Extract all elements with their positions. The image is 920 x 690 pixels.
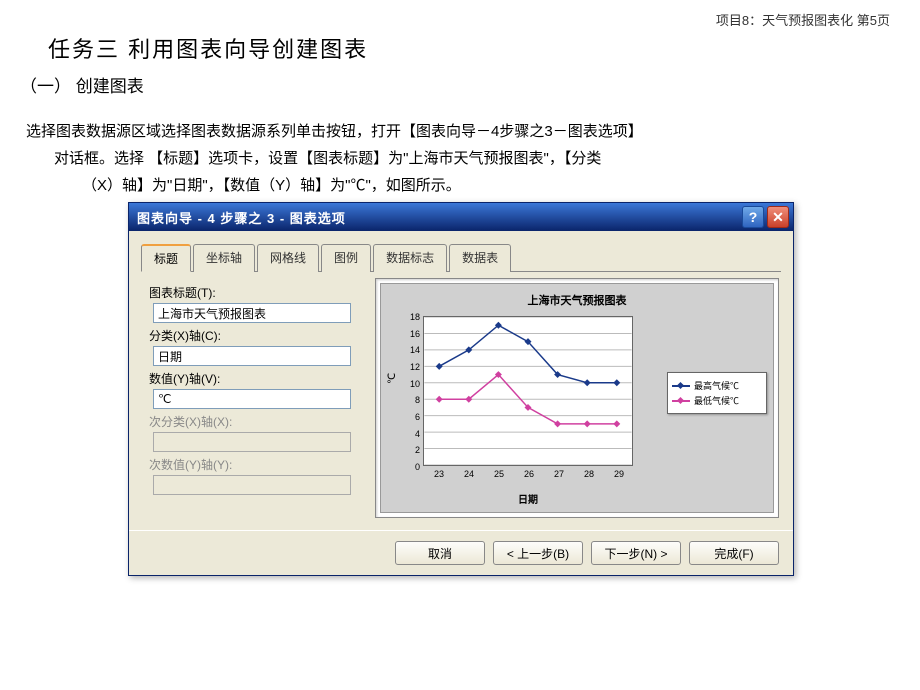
ytick: 10 [410,379,420,389]
y2-axis-input [153,475,351,495]
tab-title[interactable]: 标题 [141,244,191,272]
x-axis-input[interactable] [153,346,351,366]
legend-swatch-low [672,400,690,402]
dialog-title: 图表向导 - 4 步骤之 3 - 图表选项 [137,208,739,227]
ytick: 12 [410,362,420,372]
preview-chart-title: 上海市天气预报图表 [381,292,773,308]
xtick: 26 [524,469,534,479]
xtick: 25 [494,469,504,479]
x2-axis-input [153,432,351,452]
back-button[interactable]: < 上一步(B) [493,541,583,565]
xtick: 23 [434,469,444,479]
chart-title-input[interactable] [153,303,351,323]
tab-axes[interactable]: 坐标轴 [193,244,255,272]
cancel-button[interactable]: 取消 [395,541,485,565]
tab-strip: 标题 坐标轴 网格线 图例 数据标志 数据表 [141,243,781,272]
y-axis-label: 数值(Y)轴(V): [149,370,363,387]
section-title: （一） 创建图表 [20,72,144,97]
x-axis-label: 分类(X)轴(C): [149,327,363,344]
xtick: 28 [584,469,594,479]
y2-axis-label: 次数值(Y)轴(Y): [149,456,363,473]
legend-label-low: 最低气候℃ [694,394,739,407]
help-button[interactable]: ? [742,206,764,228]
legend-item-high: 最高气候℃ [672,379,762,392]
chart-preview: 上海市天气预报图表 ℃ 024681012141618 232425262728… [375,278,779,518]
tab-gridlines[interactable]: 网格线 [257,244,319,272]
ytick: 4 [415,429,420,439]
button-row: 取消 < 上一步(B) 下一步(N) > 完成(F) [129,530,793,575]
ytick: 6 [415,412,420,422]
page-header: 项目8：天气预报图表化 第5页 [716,10,890,29]
legend-label-high: 最高气候℃ [694,379,739,392]
ytick: 8 [415,395,420,405]
x2-axis-label: 次分类(X)轴(X): [149,413,363,430]
legend-swatch-high [672,385,690,387]
y-axis-input[interactable] [153,389,351,409]
preview-x-label: 日期 [423,491,633,506]
preview-y-label: ℃ [387,373,398,384]
ytick: 18 [410,312,420,322]
ytick: 16 [410,329,420,339]
finish-button[interactable]: 完成(F) [689,541,779,565]
plot-area: 024681012141618 23242526272829 [423,316,633,466]
chart-legend: 最高气候℃ 最低气候℃ [667,372,767,414]
task-title: 任务三 利用图表向导创建图表 [48,32,368,64]
next-button[interactable]: 下一步(N) > [591,541,681,565]
tab-datatable[interactable]: 数据表 [449,244,511,272]
chart-title-label: 图表标题(T): [149,284,363,301]
ytick: 0 [415,462,420,472]
instruction-text: 选择图表数据源区域选择图表数据源系列单击按钮，打开【图表向导－4步骤之3－图表选… [26,118,890,199]
legend-item-low: 最低气候℃ [672,394,762,407]
ytick: 2 [415,445,420,455]
xtick: 27 [554,469,564,479]
titlebar[interactable]: 图表向导 - 4 步骤之 3 - 图表选项 ? ✕ [129,203,793,231]
tab-datalabels[interactable]: 数据标志 [373,244,447,272]
close-button[interactable]: ✕ [767,206,789,228]
chart-wizard-dialog: 图表向导 - 4 步骤之 3 - 图表选项 ? ✕ 标题 坐标轴 网格线 图例 … [128,202,794,576]
xtick: 29 [614,469,624,479]
form-column: 图表标题(T): 分类(X)轴(C): 数值(Y)轴(V): 次分类(X)轴(X… [143,278,363,518]
xtick: 24 [464,469,474,479]
ytick: 14 [410,345,420,355]
chart-svg [424,317,632,465]
tab-legend[interactable]: 图例 [321,244,371,272]
